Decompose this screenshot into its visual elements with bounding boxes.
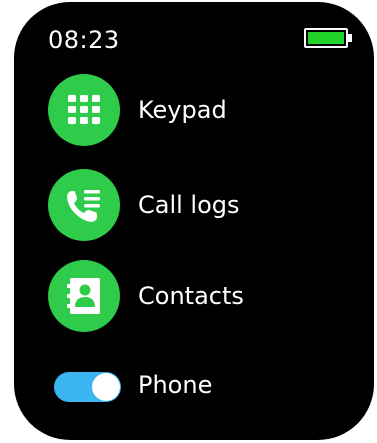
menu-item-contacts[interactable]: Contacts — [48, 260, 358, 332]
menu-item-keypad[interactable]: Keypad — [48, 74, 358, 146]
toggle-knob — [92, 373, 120, 401]
battery-level-fill — [308, 32, 344, 44]
battery-icon — [304, 28, 352, 48]
menu-label-contacts: Contacts — [138, 282, 244, 310]
keypad-icon — [48, 74, 120, 146]
status-bar: 08:23 — [14, 2, 374, 62]
clock-time: 08:23 — [48, 26, 120, 54]
menu-label-keypad: Keypad — [138, 96, 227, 124]
phone-toggle-row[interactable]: Phone — [54, 368, 354, 404]
menu-item-call-logs[interactable]: Call logs — [48, 169, 358, 241]
call-log-icon — [48, 169, 120, 241]
watch-screen: 08:23 Keypad Call logs Contacts Phone — [14, 2, 374, 440]
menu-label-call-logs: Call logs — [138, 191, 240, 219]
phone-toggle-label: Phone — [138, 371, 213, 399]
contacts-icon — [48, 260, 120, 332]
phone-toggle-switch[interactable] — [54, 372, 121, 402]
